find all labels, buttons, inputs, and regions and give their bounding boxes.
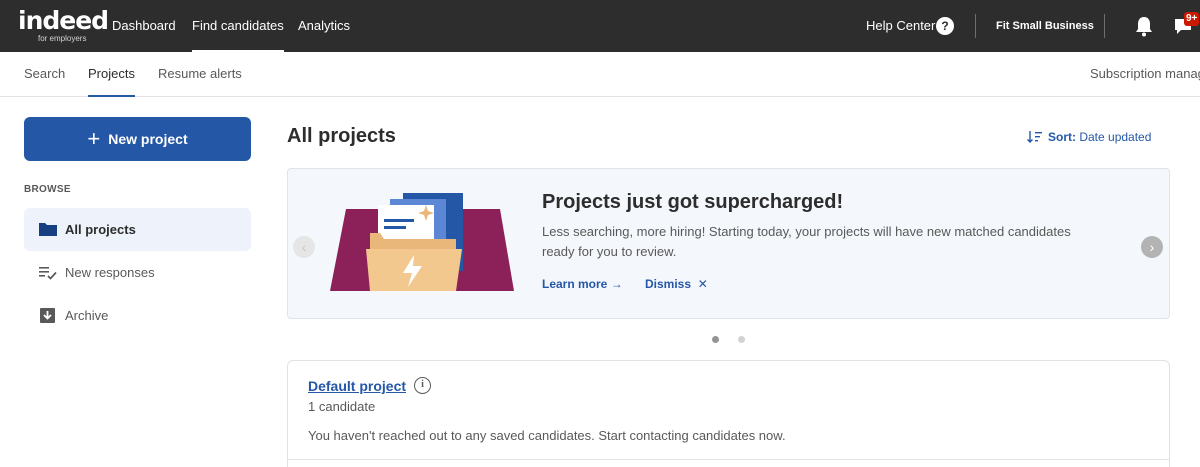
bell-icon[interactable] — [1134, 15, 1154, 37]
sort-icon — [1027, 131, 1043, 143]
sidebar-item-all-projects[interactable]: All projects — [24, 208, 251, 251]
tab-search[interactable]: Search — [24, 52, 65, 96]
promo-text: Less searching, more hiring! Starting to… — [542, 224, 1071, 259]
logo-subtitle: for employers — [38, 34, 87, 43]
tab-projects[interactable]: Projects — [88, 52, 135, 97]
archive-icon — [39, 307, 57, 324]
project-card: Default project i 1 candidate You haven'… — [287, 360, 1170, 467]
sidebar-item-archive[interactable]: Archive — [24, 294, 251, 337]
top-navigation-bar: indeed for employers Dashboard Find cand… — [0, 0, 1200, 52]
sort-control[interactable]: Sort: Date updated — [1027, 130, 1151, 144]
company-menu[interactable]: Fit Small Business — [996, 0, 1094, 52]
new-project-button[interactable]: + New project — [24, 117, 251, 161]
divider — [288, 459, 1169, 460]
sort-label: Sort: — [1048, 130, 1076, 144]
sub-navigation: Search Projects Resume alerts Subscripti… — [0, 52, 1200, 97]
promo-banner: Projects just got supercharged! Less sea… — [287, 168, 1170, 319]
carousel-dot-active[interactable] — [712, 336, 719, 343]
project-message: You haven't reached out to any saved can… — [308, 428, 786, 443]
carousel-next-button[interactable]: › — [1141, 236, 1163, 258]
carousel-prev-button[interactable]: ‹ — [293, 236, 315, 258]
learn-more-link[interactable]: Learn more → — [542, 277, 623, 291]
page-title: All projects — [287, 125, 396, 147]
indeed-logo[interactable]: indeed for employers — [18, 6, 109, 44]
subscription-management-link[interactable]: Subscription manag — [1090, 52, 1200, 96]
list-check-icon — [39, 264, 57, 281]
candidate-count: 1 candidate — [308, 399, 376, 414]
close-icon: ✕ — [697, 277, 708, 291]
plus-icon: + — [87, 126, 101, 151]
folder-icon — [39, 221, 57, 238]
carousel-indicator — [708, 336, 748, 344]
logo-word: indeed — [18, 6, 109, 35]
dismiss-link[interactable]: Dismiss ✕ — [645, 277, 708, 291]
help-icon[interactable]: ? — [936, 17, 954, 35]
divider — [975, 14, 976, 38]
sidebar-item-new-responses[interactable]: New responses — [24, 251, 251, 294]
promo-title: Projects just got supercharged! — [542, 191, 844, 213]
sidebar-item-label: New responses — [65, 265, 155, 280]
divider — [1104, 14, 1105, 38]
sidebar-item-label: Archive — [65, 308, 109, 323]
nav-find-candidates[interactable]: Find candidates — [192, 0, 284, 52]
sort-value: Date updated — [1079, 130, 1152, 144]
info-icon[interactable]: i — [414, 377, 431, 394]
nav-dashboard[interactable]: Dashboard — [112, 0, 176, 52]
new-project-label: New project — [108, 131, 188, 147]
help-center-link[interactable]: Help Center — [866, 0, 935, 52]
sidebar-item-label: All projects — [65, 222, 136, 237]
dismiss-label: Dismiss — [645, 277, 692, 291]
promo-illustration — [330, 193, 514, 291]
carousel-dot[interactable] — [738, 336, 745, 343]
nav-analytics[interactable]: Analytics — [298, 0, 350, 52]
tab-resume-alerts[interactable]: Resume alerts — [158, 52, 242, 96]
notification-badge: 9+ — [1184, 12, 1200, 26]
project-title-link[interactable]: Default project — [308, 378, 406, 394]
learn-more-label: Learn more — [542, 277, 608, 291]
arrow-right-icon: → — [610, 277, 623, 291]
browse-heading: BROWSE — [24, 184, 71, 195]
